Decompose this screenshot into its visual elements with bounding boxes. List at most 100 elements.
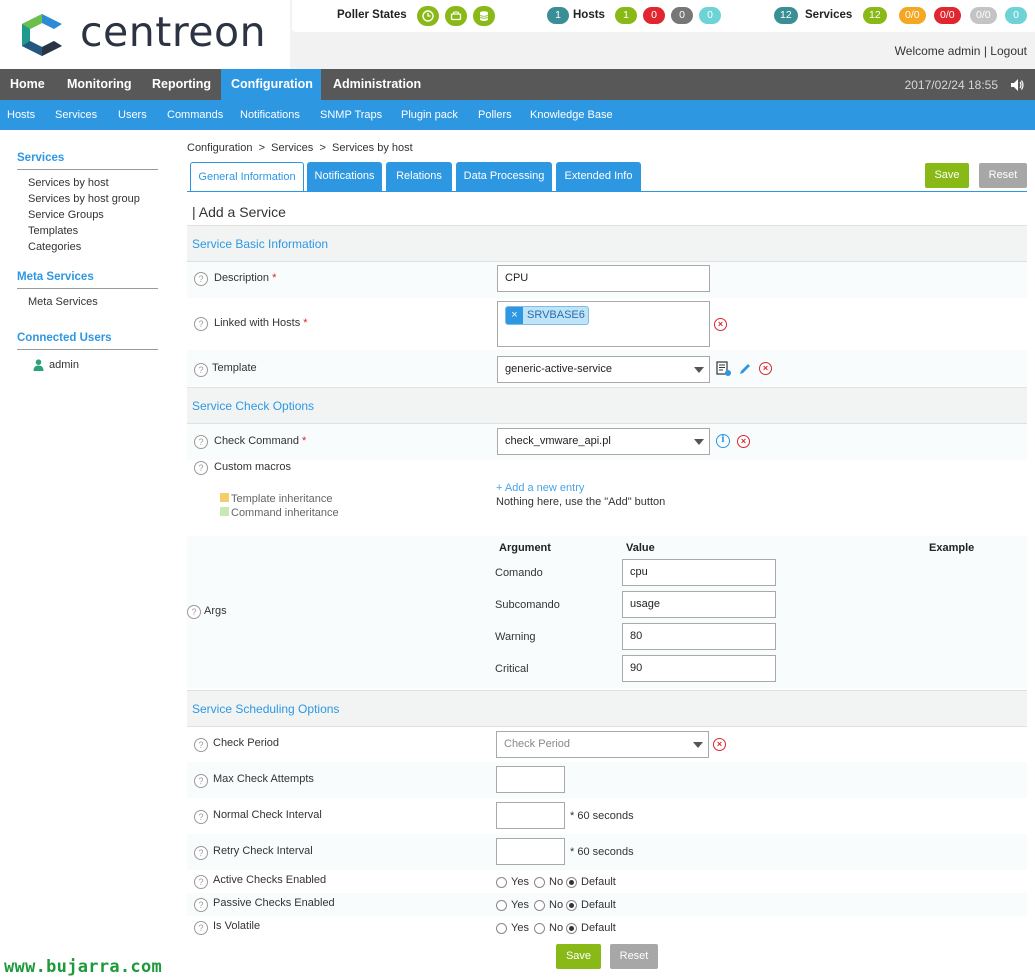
submenu-users[interactable]: Users bbox=[118, 100, 147, 130]
logo[interactable]: centreon bbox=[0, 0, 290, 69]
hosts-down-badge[interactable]: 0 bbox=[643, 7, 665, 24]
help-icon[interactable]: ? bbox=[194, 898, 208, 912]
section-service-check-options: Service Check Options bbox=[187, 387, 1027, 424]
arg-value-input[interactable]: 80 bbox=[622, 623, 776, 650]
sidebar-item-services-by-hostgroup[interactable]: Services by host group bbox=[28, 193, 140, 205]
menu-administration[interactable]: Administration bbox=[323, 69, 431, 100]
help-icon[interactable]: ? bbox=[194, 272, 208, 286]
help-icon[interactable]: ? bbox=[194, 921, 208, 935]
arg-value-input[interactable]: 90 bbox=[622, 655, 776, 682]
help-icon[interactable]: ? bbox=[194, 810, 208, 824]
is-volatile-default-radio[interactable] bbox=[566, 923, 577, 934]
database-icon[interactable] bbox=[473, 6, 495, 26]
poller-latency-icon[interactable] bbox=[417, 6, 439, 26]
help-icon[interactable]: ? bbox=[187, 605, 201, 619]
tab-general-information[interactable]: General Information bbox=[190, 162, 304, 192]
menu-home[interactable]: Home bbox=[0, 69, 55, 100]
help-icon[interactable]: ? bbox=[194, 738, 208, 752]
sidebar-item-service-groups[interactable]: Service Groups bbox=[28, 209, 104, 221]
passive-checks-yes-radio[interactable] bbox=[496, 900, 507, 911]
services-ok-badge[interactable]: 12 bbox=[863, 7, 887, 24]
hosts-unreachable-badge[interactable]: 0 bbox=[671, 7, 693, 24]
sidebar-services-title[interactable]: Services bbox=[17, 152, 64, 164]
check-period-select[interactable]: Check Period bbox=[496, 731, 709, 758]
check-period-label: Check Period bbox=[213, 737, 280, 749]
help-icon[interactable]: ? bbox=[194, 363, 208, 377]
submenu-notifications[interactable]: Notifications bbox=[240, 100, 300, 130]
services-total-badge[interactable]: 12 bbox=[774, 7, 798, 24]
radio-label-default: Default bbox=[581, 922, 616, 934]
description-input[interactable]: CPU bbox=[497, 265, 710, 292]
breadcrumb-services[interactable]: Services bbox=[271, 142, 313, 154]
help-icon[interactable]: ? bbox=[194, 461, 208, 475]
help-icon[interactable]: ? bbox=[194, 846, 208, 860]
save-button-top[interactable]: Save bbox=[925, 163, 969, 188]
active-checks-default-radio[interactable] bbox=[566, 877, 577, 888]
submenu-hosts[interactable]: Hosts bbox=[7, 100, 35, 130]
is-volatile-no-radio[interactable] bbox=[534, 923, 545, 934]
breadcrumb-configuration[interactable]: Configuration bbox=[187, 142, 252, 154]
hosts-pending-badge[interactable]: 0 bbox=[699, 7, 721, 24]
submenu-services[interactable]: Services bbox=[55, 100, 97, 130]
add-new-entry-link[interactable]: + Add a new entry bbox=[496, 482, 584, 494]
submenu-commands[interactable]: Commands bbox=[167, 100, 223, 130]
arg-value-input[interactable]: usage bbox=[622, 591, 776, 618]
tab-data-processing[interactable]: Data Processing bbox=[456, 162, 552, 191]
tab-notifications[interactable]: Notifications bbox=[307, 162, 382, 191]
hosts-total-badge[interactable]: 1 bbox=[547, 7, 569, 24]
reset-button-bottom[interactable]: Reset bbox=[610, 944, 658, 969]
speaker-icon[interactable] bbox=[1009, 77, 1025, 93]
info-icon[interactable]: i bbox=[716, 434, 730, 448]
retry-check-interval-input[interactable] bbox=[496, 838, 565, 865]
breadcrumb-services-by-host[interactable]: Services by host bbox=[332, 142, 413, 154]
active-checks-yes-radio[interactable] bbox=[496, 877, 507, 888]
arg-value-input[interactable]: cpu bbox=[622, 559, 776, 586]
tab-extended-info[interactable]: Extended Info bbox=[556, 162, 641, 191]
help-icon[interactable]: ? bbox=[194, 317, 208, 331]
menu-configuration[interactable]: Configuration bbox=[221, 69, 321, 100]
sidebar-item-meta-services[interactable]: Meta Services bbox=[28, 296, 98, 308]
submenu-pollers[interactable]: Pollers bbox=[478, 100, 512, 130]
template-select[interactable]: generic-active-service bbox=[497, 356, 710, 383]
services-unknown-badge[interactable]: 0/0 bbox=[970, 7, 997, 24]
normal-check-interval-input[interactable] bbox=[496, 802, 565, 829]
connected-user-admin[interactable]: admin bbox=[49, 359, 79, 371]
submenu-plugin-pack[interactable]: Plugin pack bbox=[401, 100, 458, 130]
poller-status-icon[interactable] bbox=[445, 6, 467, 26]
sidebar-meta-title[interactable]: Meta Services bbox=[17, 271, 94, 283]
hosts-up-badge[interactable]: 1 bbox=[615, 7, 637, 24]
menu-reporting[interactable]: Reporting bbox=[142, 69, 221, 100]
max-check-attempts-input[interactable] bbox=[496, 766, 565, 793]
active-checks-no-radio[interactable] bbox=[534, 877, 545, 888]
passive-checks-default-radio[interactable] bbox=[566, 900, 577, 911]
clear-icon[interactable]: × bbox=[759, 362, 772, 375]
edit-pencil-icon[interactable] bbox=[738, 362, 752, 376]
clear-icon[interactable]: × bbox=[737, 435, 750, 448]
sidebar-item-categories[interactable]: Categories bbox=[28, 241, 81, 253]
clear-icon[interactable]: × bbox=[713, 738, 726, 751]
menu-monitoring[interactable]: Monitoring bbox=[57, 69, 142, 100]
save-button-bottom[interactable]: Save bbox=[556, 944, 601, 969]
tag-remove-icon[interactable]: × bbox=[506, 307, 523, 324]
reset-button-top[interactable]: Reset bbox=[979, 163, 1027, 188]
hosts-label[interactable]: Hosts bbox=[573, 9, 605, 21]
submenu-knowledge-base[interactable]: Knowledge Base bbox=[530, 100, 613, 130]
services-pending-badge[interactable]: 0 bbox=[1005, 7, 1027, 24]
arg-name: Critical bbox=[495, 663, 529, 675]
services-label[interactable]: Services bbox=[805, 9, 852, 21]
logout-link[interactable]: Logout bbox=[990, 44, 1027, 58]
view-template-icon[interactable] bbox=[716, 361, 732, 377]
is-volatile-yes-radio[interactable] bbox=[496, 923, 507, 934]
sidebar-item-templates[interactable]: Templates bbox=[28, 225, 78, 237]
passive-checks-no-radio[interactable] bbox=[534, 900, 545, 911]
clear-icon[interactable]: × bbox=[714, 318, 727, 331]
check-command-select[interactable]: check_vmware_api.pl bbox=[497, 428, 710, 455]
services-warning-badge[interactable]: 0/0 bbox=[899, 7, 926, 24]
tab-relations[interactable]: Relations bbox=[386, 162, 452, 191]
help-icon[interactable]: ? bbox=[194, 875, 208, 889]
services-critical-badge[interactable]: 0/0 bbox=[934, 7, 961, 24]
help-icon[interactable]: ? bbox=[194, 435, 208, 449]
help-icon[interactable]: ? bbox=[194, 774, 208, 788]
sidebar-item-services-by-host[interactable]: Services by host bbox=[28, 177, 109, 189]
submenu-snmp-traps[interactable]: SNMP Traps bbox=[320, 100, 382, 130]
